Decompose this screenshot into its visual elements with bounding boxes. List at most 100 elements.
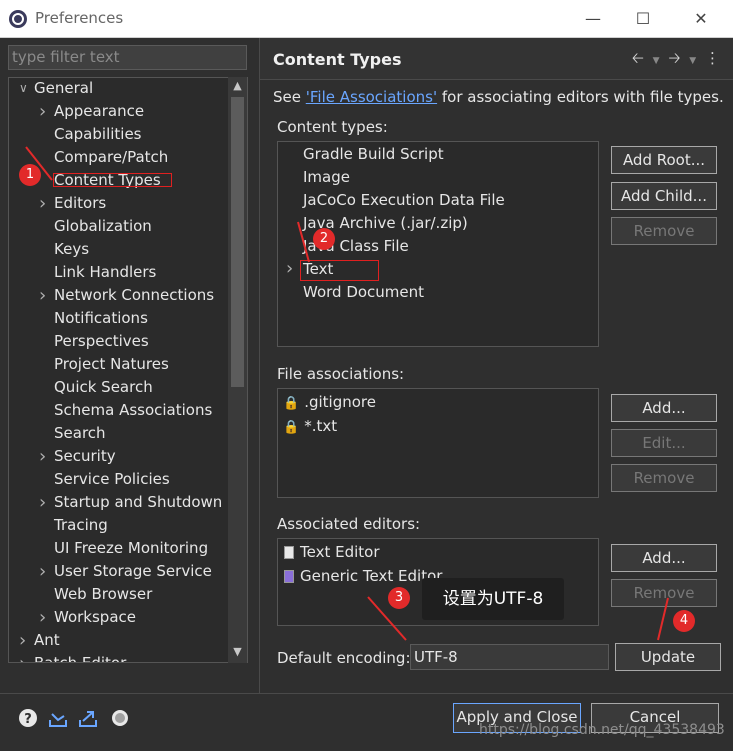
tree-item[interactable]: UI Freeze Monitoring [9, 538, 229, 561]
tree-item[interactable]: Quick Search [9, 377, 229, 400]
tree-item-label: Workspace [54, 608, 136, 626]
tree-item[interactable]: Tracing [9, 515, 229, 538]
chevron-right-icon[interactable]: › [19, 653, 31, 662]
preferences-tree[interactable]: ∨ General › Appearance Capabilities Compare/P… [8, 77, 248, 663]
remove-editor-button[interactable]: Remove [611, 579, 717, 607]
annotation-marker-3: 3 [388, 587, 410, 609]
tree-item-label: Perspectives [54, 332, 149, 350]
chevron-right-icon[interactable]: › [286, 258, 293, 280]
filter-input[interactable]: type filter text [8, 45, 247, 70]
back-icon[interactable]: 🡠 [632, 49, 646, 67]
tree-item[interactable]: › Workspace [9, 607, 229, 630]
add-root-button[interactable]: Add Root... [611, 146, 717, 174]
tree-item-label: Ant [34, 631, 60, 649]
hint-suffix: for associating editors with file types. [437, 88, 724, 106]
tree-item[interactable]: Globalization [9, 216, 229, 239]
default-encoding-input[interactable]: UTF-8 [410, 644, 609, 670]
tree-item[interactable]: Service Policies [9, 469, 229, 492]
minimize-button[interactable]: — [570, 4, 616, 34]
tree-item[interactable]: Perspectives [9, 331, 229, 354]
forward-icon[interactable]: 🡢 [668, 49, 682, 67]
tree-item-label: User Storage Service [54, 562, 212, 580]
tree-item[interactable]: Compare/Patch [9, 147, 229, 170]
add-child-button[interactable]: Add Child... [611, 182, 717, 210]
tree-item-label: Security [54, 447, 116, 465]
tree-item[interactable]: Keys [9, 239, 229, 262]
svg-text:?: ? [24, 712, 32, 727]
export-icon[interactable] [78, 708, 98, 728]
import-icon[interactable] [48, 708, 68, 728]
tree-scrollbar[interactable]: ▲ ▼ [228, 77, 247, 663]
add-editor-button[interactable]: Add... [611, 544, 717, 572]
annotation-box-content-types [53, 173, 172, 187]
chevron-down-icon[interactable]: ∨ [19, 78, 31, 99]
file-association-label: *.txt [304, 417, 338, 435]
lock-icon: 🔒 [283, 396, 300, 411]
tree-item[interactable]: Notifications [9, 308, 229, 331]
chevron-right-icon[interactable]: › [39, 193, 51, 214]
add-file-assoc-button[interactable]: Add... [611, 394, 717, 422]
close-button[interactable]: ✕ [678, 4, 724, 34]
tree-item[interactable]: Search [9, 423, 229, 446]
tree-item[interactable]: Schema Associations [9, 400, 229, 423]
scroll-thumb[interactable] [231, 97, 244, 387]
tree-item[interactable]: Capabilities [9, 124, 229, 147]
chevron-right-icon[interactable]: › [39, 285, 51, 306]
scroll-up-icon[interactable]: ▲ [228, 77, 247, 95]
file-assoc-label: File associations: [277, 365, 405, 383]
content-type-item[interactable]: Gradle Build Script [303, 143, 444, 165]
tree-item[interactable]: ∨ General [9, 78, 229, 101]
watermark: https://blog.csdn.net/qq_43538493 [479, 722, 725, 738]
tree-item[interactable]: › Ant [9, 630, 229, 653]
file-association-item[interactable]: 🔒 .gitignore [283, 391, 376, 413]
help-icon[interactable]: ? [18, 708, 38, 728]
record-icon[interactable] [110, 708, 130, 728]
tree-item-label: Network Connections [54, 286, 215, 304]
associated-editor-item[interactable]: Generic Text Editor [284, 565, 442, 587]
annotation-marker-4: 4 [673, 610, 695, 632]
edit-file-assoc-button[interactable]: Edit... [611, 429, 717, 457]
chevron-right-icon[interactable]: › [39, 446, 51, 467]
nav-arrows[interactable]: 🡠 ▼ 🡢 ▼ ⋮ [632, 48, 722, 73]
tree-item[interactable]: Project Natures [9, 354, 229, 377]
lock-icon: 🔒 [283, 420, 300, 435]
back-dropdown-icon[interactable]: ▼ [653, 56, 662, 66]
annotation-marker-2: 2 [313, 228, 335, 250]
tree-item[interactable]: › Security [9, 446, 229, 469]
chevron-right-icon[interactable]: › [39, 607, 51, 628]
chevron-right-icon[interactable]: › [39, 101, 51, 122]
file-associations-list[interactable]: 🔒 .gitignore 🔒 *.txt [277, 388, 599, 498]
chevron-right-icon[interactable]: › [39, 492, 51, 513]
tree-item[interactable]: Web Browser [9, 584, 229, 607]
file-associations-link[interactable]: 'File Associations' [306, 88, 437, 106]
content-type-item[interactable]: Image [303, 166, 350, 188]
tree-item[interactable]: › Startup and Shutdown [9, 492, 229, 515]
tree-item-label: UI Freeze Monitoring [54, 539, 209, 557]
tree-item-label: Search [54, 424, 106, 442]
file-association-item[interactable]: 🔒 *.txt [283, 415, 337, 437]
panel-header: Content Types 🡠 ▼ 🡢 ▼ ⋮ [260, 38, 733, 80]
tree-item[interactable]: › Appearance [9, 101, 229, 124]
content-type-item[interactable]: JaCoCo Execution Data File [303, 189, 505, 211]
title-bar: Preferences — ☐ ✕ [0, 0, 733, 38]
remove-file-assoc-button[interactable]: Remove [611, 464, 717, 492]
tree-item[interactable]: › Editors [9, 193, 229, 216]
tree-item-label: Project Natures [54, 355, 169, 373]
hint-prefix: See [273, 88, 306, 106]
tree-item[interactable]: ›Batch Editor [9, 653, 229, 662]
menu-icon[interactable]: ⋮ [705, 49, 722, 67]
tree-item[interactable]: › Network Connections [9, 285, 229, 308]
associated-editor-item[interactable]: Text Editor [284, 541, 380, 563]
update-button[interactable]: Update [615, 643, 721, 671]
content-type-item[interactable]: Word Document [303, 281, 424, 303]
tree-item[interactable]: › User Storage Service [9, 561, 229, 584]
tree-item[interactable]: Link Handlers [9, 262, 229, 285]
generic-editor-icon [284, 570, 294, 583]
chevron-right-icon[interactable]: › [39, 561, 51, 582]
scroll-down-icon[interactable]: ▼ [228, 643, 247, 661]
remove-content-type-button[interactable]: Remove [611, 217, 717, 245]
chevron-right-icon[interactable]: › [19, 630, 31, 651]
forward-dropdown-icon[interactable]: ▼ [689, 56, 698, 66]
maximize-button[interactable]: ☐ [620, 4, 666, 34]
encoding-tooltip: 设置为UTF-8 [422, 578, 564, 620]
